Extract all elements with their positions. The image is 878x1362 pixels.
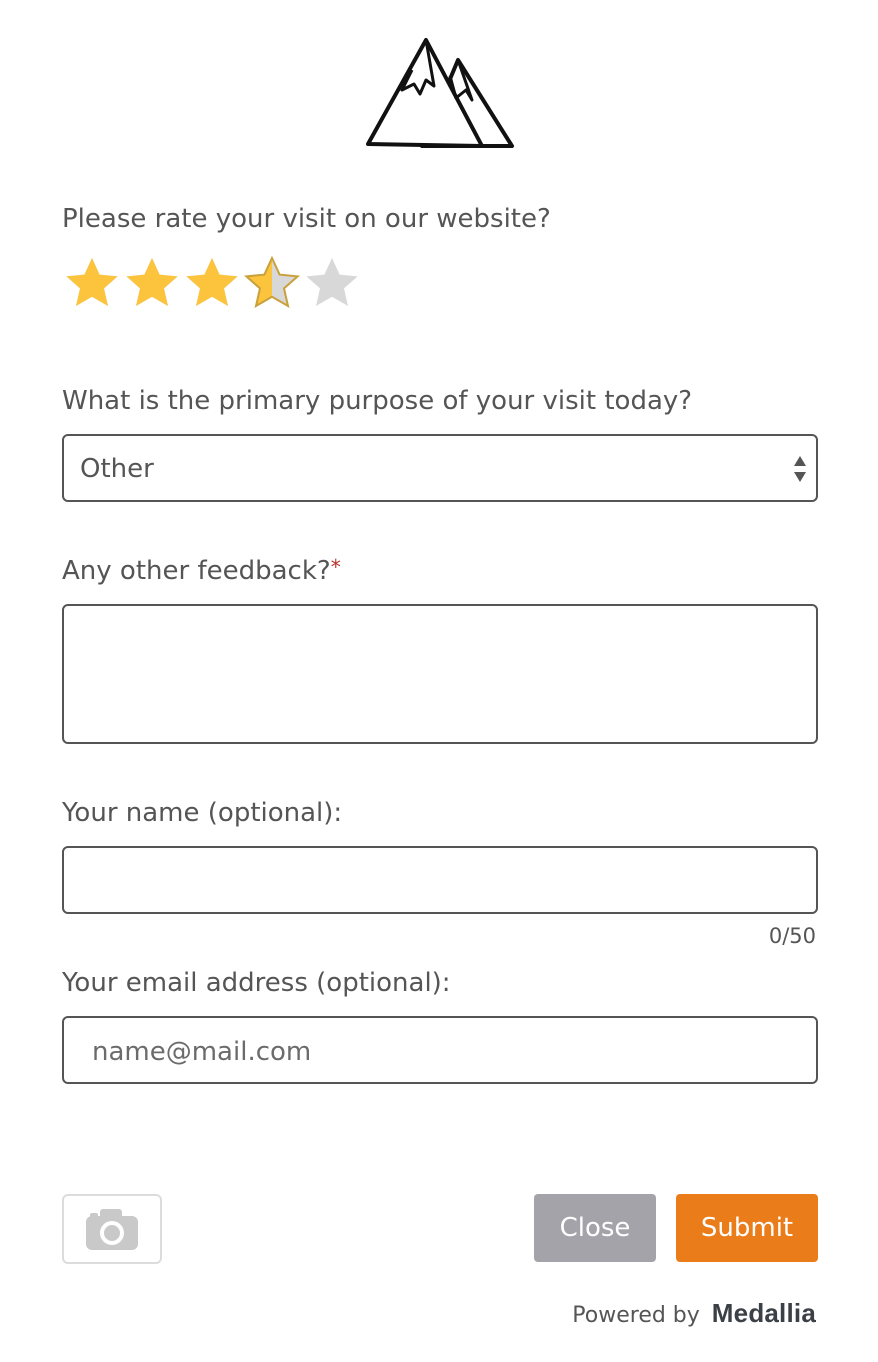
- rating-question-label: Please rate your visit on our website?: [62, 204, 551, 234]
- required-marker: *: [330, 555, 341, 579]
- rating-star-4-icon[interactable]: [242, 254, 302, 314]
- feedback-textarea[interactable]: [62, 604, 818, 744]
- purpose-select-value: Other: [80, 454, 154, 484]
- camera-icon: [86, 1209, 138, 1250]
- star-rating[interactable]: [62, 254, 362, 314]
- email-input[interactable]: name@mail.com: [62, 1016, 818, 1084]
- feedback-question-label: Any other feedback?*: [62, 554, 341, 588]
- rating-star-1-icon[interactable]: [62, 254, 122, 314]
- close-button[interactable]: Close: [534, 1194, 656, 1262]
- email-placeholder: name@mail.com: [92, 1037, 312, 1067]
- name-question-label: Your name (optional):: [62, 798, 343, 828]
- screenshot-button[interactable]: [62, 1194, 162, 1264]
- feedback-question-text: Any other feedback?: [62, 556, 331, 586]
- submit-button[interactable]: Submit: [676, 1194, 818, 1262]
- brand-logo-text: Medallia: [711, 1298, 816, 1328]
- powered-by-text: Powered by: [572, 1303, 700, 1328]
- rating-star-5-icon[interactable]: [302, 254, 362, 314]
- purpose-question-label: What is the primary purpose of your visi…: [62, 386, 693, 416]
- rating-star-3-icon[interactable]: [182, 254, 242, 314]
- name-char-counter: 0/50: [768, 924, 816, 948]
- mountains-logo-icon: [364, 36, 516, 150]
- select-arrows-icon: [794, 456, 806, 482]
- powered-by-footer: Powered by Medallia: [572, 1298, 816, 1329]
- purpose-select[interactable]: Other: [62, 434, 818, 502]
- email-question-label: Your email address (optional):: [62, 968, 451, 998]
- rating-star-2-icon[interactable]: [122, 254, 182, 314]
- name-input[interactable]: [62, 846, 818, 914]
